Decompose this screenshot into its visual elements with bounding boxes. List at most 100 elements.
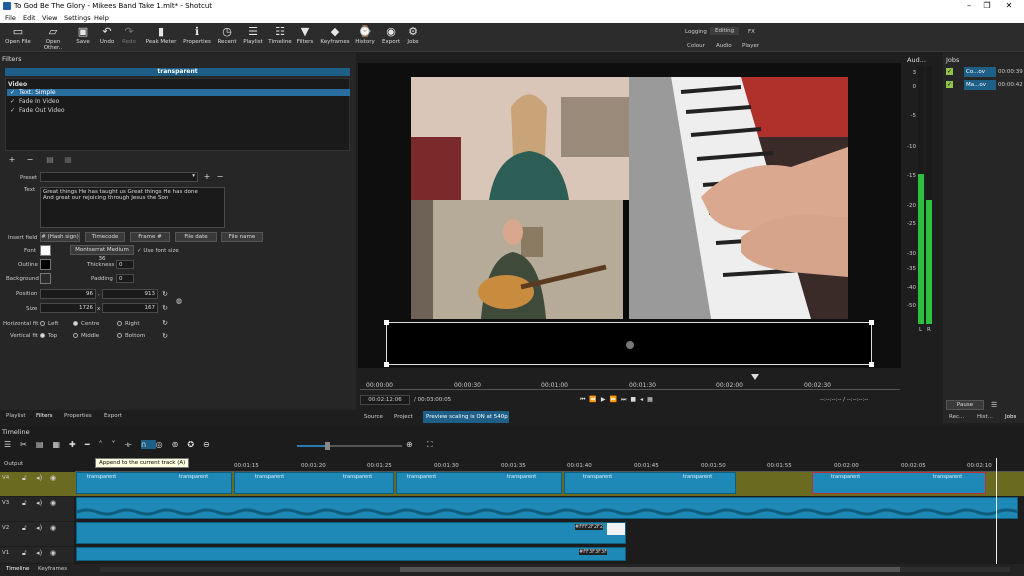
- zoom-slider-handle[interactable]: [325, 442, 330, 450]
- zoom-out-icon[interactable]: ⊖: [203, 440, 219, 449]
- tab-project[interactable]: Project: [394, 414, 413, 420]
- tab-timeline[interactable]: Timeline: [6, 566, 29, 572]
- overwrite-icon[interactable]: ˅: [112, 440, 125, 449]
- resize-handle[interactable]: [384, 362, 389, 367]
- copy-filter-button[interactable]: ▤: [46, 156, 54, 164]
- lock-icon[interactable]: 🔓︎: [22, 549, 27, 558]
- zoom-slider[interactable]: [297, 442, 402, 450]
- close-button[interactable]: ✕: [998, 1, 1020, 10]
- preset-select[interactable]: ▾: [40, 172, 198, 182]
- ripple-icon[interactable]: ⊚: [172, 440, 188, 449]
- tab-properties[interactable]: Properties: [64, 413, 92, 419]
- mute-icon[interactable]: ◂): [36, 524, 42, 532]
- vfit-top-radio[interactable]: [40, 333, 45, 338]
- tab-recent[interactable]: Rec...: [949, 414, 964, 420]
- tab-filters[interactable]: Filters: [36, 413, 53, 419]
- delete-preset-button[interactable]: −: [216, 173, 224, 181]
- checkbox-icon[interactable]: ✓: [946, 81, 953, 88]
- font-select-button[interactable]: Montserrat Medium 36: [70, 245, 134, 262]
- size-height-field[interactable]: 167: [102, 303, 158, 313]
- layout-editing[interactable]: Editing: [710, 27, 740, 35]
- add-filter-button[interactable]: +: [8, 156, 16, 164]
- lock-icon[interactable]: 🔓︎: [22, 499, 27, 508]
- resize-handle[interactable]: [869, 362, 874, 367]
- clip-transparent[interactable]: transparent transparent: [234, 472, 394, 494]
- scrub-icon[interactable]: ◎: [156, 440, 172, 449]
- use-font-size-checkbox[interactable]: ✓ Use font size: [137, 248, 179, 254]
- menu-file[interactable]: File: [5, 14, 16, 22]
- clip-transparent[interactable]: transparent transparent: [396, 472, 562, 494]
- stop-icon[interactable]: ■: [630, 396, 640, 403]
- tab-history[interactable]: Hist...: [977, 414, 993, 420]
- mute-icon[interactable]: ◂): [36, 499, 42, 507]
- reset-vfit-button[interactable]: ↻: [161, 332, 169, 340]
- filter-item-fade-out[interactable]: ✓ Fade Out Video: [7, 107, 350, 114]
- layout-audio[interactable]: Audio: [716, 43, 732, 49]
- layout-fx[interactable]: FX: [748, 29, 755, 35]
- font-color-swatch[interactable]: [40, 245, 51, 256]
- clip-v3-video[interactable]: [76, 497, 1018, 519]
- jobs-menu-icon[interactable]: ☰: [991, 401, 997, 409]
- move-handle[interactable]: [626, 341, 634, 349]
- insert-frame-button[interactable]: Frame #: [130, 232, 170, 242]
- fast-forward-icon[interactable]: ⏩: [610, 396, 621, 403]
- checkbox-icon[interactable]: ✓: [946, 68, 953, 75]
- current-time-field[interactable]: 00:02:12:06: [360, 395, 410, 405]
- tab-jobs[interactable]: Jobs: [1005, 414, 1016, 420]
- clip-transparent[interactable]: transparent transparent: [564, 472, 736, 494]
- redo-button[interactable]: ↷ Redo: [112, 25, 146, 45]
- lift-icon[interactable]: ˄: [99, 440, 112, 449]
- paste-icon[interactable]: ▦: [52, 440, 69, 449]
- padding-spinbox[interactable]: 0: [116, 274, 134, 283]
- mute-icon[interactable]: ◂): [36, 549, 42, 557]
- menu-icon[interactable]: ☰: [4, 440, 20, 449]
- remove-filter-button[interactable]: −: [26, 156, 34, 164]
- reset-hfit-button[interactable]: ↻: [161, 319, 169, 327]
- position-y-field[interactable]: 913: [102, 289, 158, 299]
- text-field[interactable]: Great things He has taught us Great thin…: [40, 187, 225, 228]
- player-ruler[interactable]: 00:00:00 00:00:30 00:01:00 00:01:30 00:0…: [360, 374, 900, 390]
- resize-handle[interactable]: [869, 320, 874, 325]
- save-preset-button[interactable]: +: [203, 173, 211, 181]
- menu-edit[interactable]: Edit: [23, 14, 36, 22]
- zoom-fit-icon[interactable]: ⛶: [427, 440, 433, 450]
- background-color-swatch[interactable]: [40, 273, 51, 284]
- lock-icon[interactable]: 🔓︎: [22, 474, 27, 483]
- pause-jobs-button[interactable]: Pause: [946, 400, 984, 410]
- eye-icon[interactable]: ◉: [50, 499, 56, 507]
- filters-button[interactable]: ▼ Filters: [288, 25, 322, 45]
- insert-timecode-button[interactable]: Timecode: [85, 232, 125, 242]
- maximize-button[interactable]: ❐: [976, 1, 998, 10]
- remove-icon[interactable]: ━: [85, 440, 99, 449]
- split-icon[interactable]: ⟛: [125, 440, 141, 449]
- timeline-scrollbar[interactable]: [100, 567, 1010, 572]
- hfit-right-radio[interactable]: [117, 321, 122, 326]
- reset-size-button[interactable]: ↻: [161, 304, 169, 312]
- layout-colour[interactable]: Colour: [687, 43, 705, 49]
- filter-item-text-simple[interactable]: ✓ Text: Simple: [7, 89, 350, 96]
- filter-item-fade-in[interactable]: ✓ Fade In Video: [7, 98, 350, 105]
- copy-icon[interactable]: ▤: [36, 440, 53, 449]
- layout-logging[interactable]: Logging: [685, 29, 707, 35]
- tab-export[interactable]: Export: [104, 413, 122, 419]
- menu-settings[interactable]: Settings: [64, 14, 91, 22]
- eye-icon[interactable]: ◉: [50, 474, 56, 482]
- play-icon[interactable]: ▶: [601, 396, 610, 403]
- tab-playlist[interactable]: Playlist: [6, 413, 26, 419]
- reset-position-button[interactable]: ↻: [161, 290, 169, 298]
- position-x-field[interactable]: 96: [40, 289, 96, 299]
- insert-file-date-button[interactable]: File date: [175, 232, 217, 242]
- hfit-left-radio[interactable]: [40, 321, 45, 326]
- tab-source[interactable]: Source: [364, 414, 383, 420]
- size-width-field[interactable]: 1726: [40, 303, 96, 313]
- outline-color-swatch[interactable]: [40, 259, 51, 270]
- keyframes-button[interactable]: ◆ Keyframes: [318, 25, 352, 45]
- skip-previous-icon[interactable]: ⏮: [580, 396, 589, 403]
- hfit-centre-radio[interactable]: [73, 321, 78, 326]
- thickness-spinbox[interactable]: 0: [116, 260, 134, 269]
- jobs-button[interactable]: ⚙ Jobs: [396, 25, 430, 45]
- paste-filter-button[interactable]: ▦: [64, 156, 72, 164]
- timeline-ruler[interactable]: 00:01:15 00:01:20 00:01:25 00:01:30 00:0…: [75, 458, 1024, 472]
- properties-button[interactable]: ℹ Properties: [180, 25, 214, 45]
- open-other-button[interactable]: ▱ Open Other..: [36, 25, 70, 51]
